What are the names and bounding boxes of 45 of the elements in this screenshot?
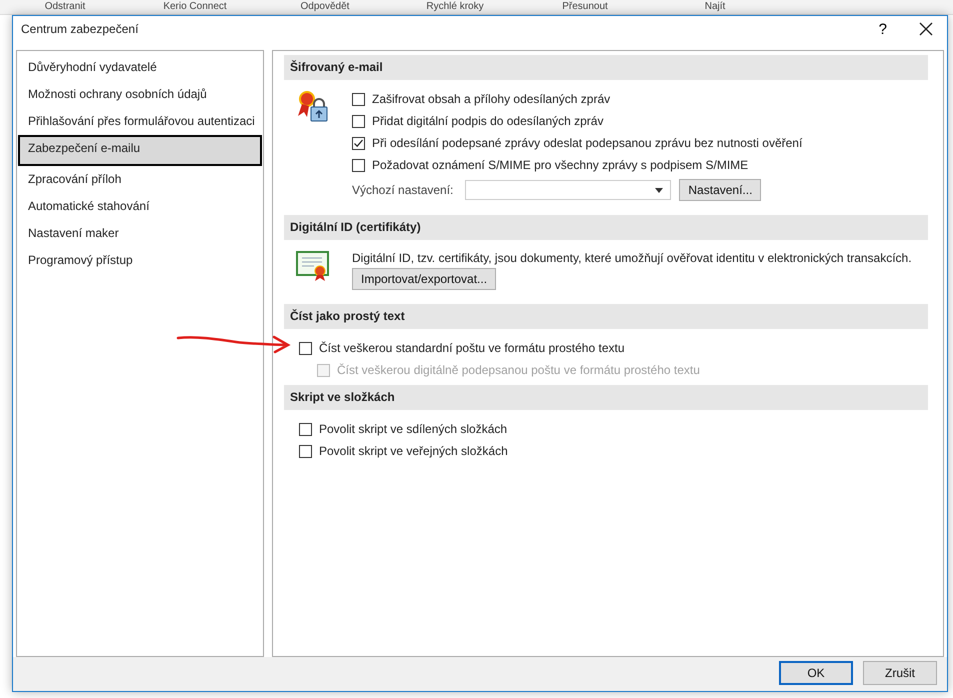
category-item[interactable]: Přihlašování přes formulářovou autentizaci (18, 108, 262, 135)
dialog-button[interactable]: Zrušit (863, 661, 937, 685)
checkbox[interactable] (352, 158, 365, 172)
category-item[interactable]: Zabezpečení e-mailu (18, 135, 262, 166)
description-text: Digitální ID, tzv. certifikáty, jsou dokumenty, které umožňují ověřovat identitu v elektronických transakcích. (352, 251, 912, 265)
settings-button[interactable]: Nastavení... (679, 179, 762, 201)
checkbox[interactable] (352, 136, 365, 150)
caret-icon (655, 188, 664, 193)
category-item[interactable]: Programový přístup (18, 247, 262, 274)
ribbon-group-label: Rychlé kroky (425, 0, 485, 14)
ribbon-lock-icon (296, 90, 330, 124)
section-header: Digitální ID (certifikáty) (284, 215, 928, 240)
checkbox-label: Zašifrovat obsah a přílohy odesílaných zpráv (372, 92, 610, 106)
category-item[interactable]: Zpracování příloh (18, 166, 262, 193)
checkbox[interactable] (299, 422, 312, 436)
dialog-button[interactable]: OK (779, 661, 853, 685)
ribbon-group-label: Odstranit (44, 0, 86, 14)
category-item[interactable]: Možnosti ochrany osobních údajů (18, 81, 262, 108)
window-title: Centrum zabezpečení (21, 22, 140, 36)
section-header: Šifrovaný e-mail (284, 55, 928, 80)
checkbox-label: Při odesílání podepsané zprávy odeslat podepsanou zprávu bez nutnosti ověření (372, 136, 802, 150)
section-header: Skript ve složkách (284, 385, 928, 410)
checkbox-label: Povolit skript ve sdílených složkách (319, 422, 508, 436)
category-item[interactable]: Důvěryhodní vydavatelé (18, 54, 262, 81)
field-label: Výchozí nastavení: (352, 183, 454, 197)
checkbox-label: Číst veškerou standardní poštu ve formátu prostého textu (319, 341, 624, 355)
checkbox-label: Číst veškerou digitálně podepsanou poštu ve formátu prostého textu (337, 363, 700, 377)
close-icon[interactable] (919, 22, 933, 36)
ribbon-group-label: Odpovědět (300, 0, 350, 14)
ribbon-group-label: Kerio Connect (162, 0, 228, 14)
certificate-icon (296, 250, 330, 282)
ribbon-group-label: Přesunout (561, 0, 609, 14)
category-item[interactable]: Automatické stahování (18, 193, 262, 220)
ribbon-group-label: Najít (704, 0, 726, 14)
checkbox-label: Přidat digitální podpis do odesílaných zpráv (372, 114, 604, 128)
checkbox-label: Požadovat oznámení S/MIME pro všechny zprávy s podpisem S/MIME (372, 158, 748, 172)
checkbox[interactable] (352, 114, 365, 128)
checkbox-label: Povolit skript ve veřejných složkách (319, 444, 508, 458)
section-header: Číst jako prostý text (284, 304, 928, 329)
help-button[interactable]: ? (878, 20, 887, 38)
import-export-button[interactable]: Importovat/exportovat... (352, 268, 496, 290)
category-item[interactable]: Nastavení maker (18, 220, 262, 247)
checkbox[interactable] (299, 444, 312, 458)
checkbox[interactable] (299, 342, 312, 354)
checkbox[interactable] (352, 92, 365, 106)
